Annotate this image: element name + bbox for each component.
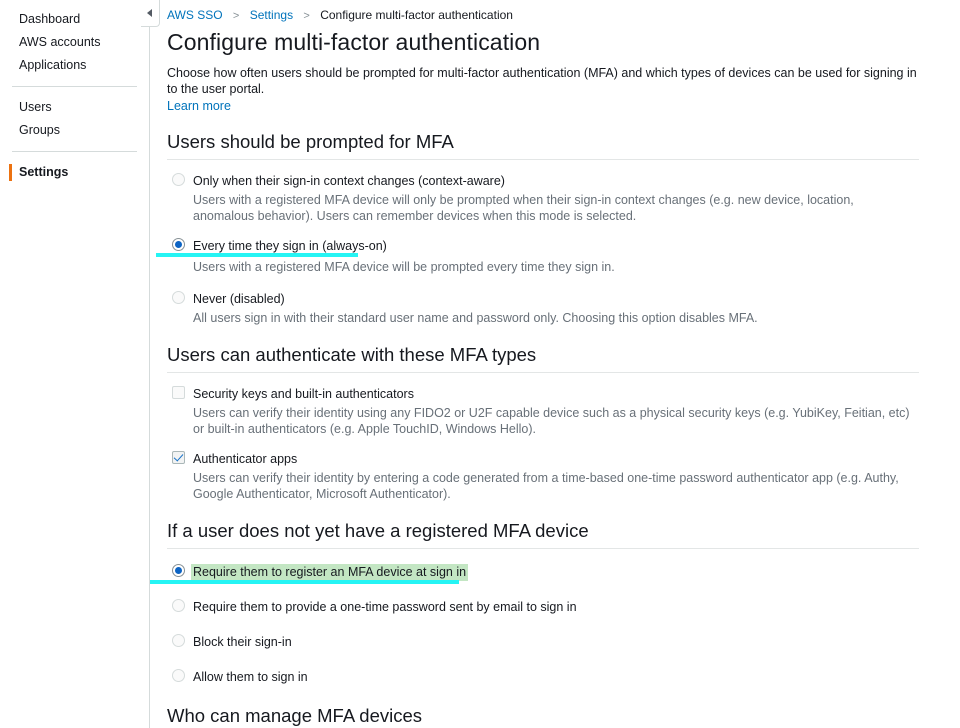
annotation-highlight-require-register bbox=[150, 580, 459, 584]
main-content: AWS SSO > Settings > Configure multi-fac… bbox=[150, 0, 960, 728]
radio-context-aware[interactable] bbox=[172, 173, 185, 186]
option-require-register-device[interactable]: Require them to register an MFA device a… bbox=[150, 563, 918, 584]
option-block-sign-in[interactable]: Block their sign-in bbox=[167, 633, 918, 651]
breadcrumb-item-current: Configure multi-factor authentication bbox=[320, 8, 513, 22]
section-users-prompted-for-mfa: Users should be prompted for MFA Only wh… bbox=[156, 131, 919, 326]
option-label: Never (disabled) bbox=[193, 292, 285, 306]
sidebar-divider bbox=[12, 151, 137, 152]
option-description: Users can verify their identity by enter… bbox=[193, 471, 899, 501]
option-label: Only when their sign-in context changes … bbox=[193, 174, 505, 188]
annotation-highlight-always-on bbox=[156, 253, 358, 257]
radio-block-sign-in[interactable] bbox=[172, 634, 185, 647]
option-security-keys[interactable]: Security keys and built-in authenticator… bbox=[167, 385, 918, 437]
option-allow-sign-in[interactable]: Allow them to sign in bbox=[167, 668, 918, 686]
option-authenticator-apps[interactable]: Authenticator apps Users can verify thei… bbox=[167, 450, 918, 502]
option-label: Security keys and built-in authenticator… bbox=[193, 387, 414, 401]
option-label: Every time they sign in (always-on) bbox=[193, 239, 387, 253]
option-never-disabled[interactable]: Never (disabled) All users sign in with … bbox=[167, 290, 918, 326]
sidebar-item-label: Users bbox=[19, 100, 52, 114]
sidebar-divider bbox=[12, 86, 137, 87]
radio-never-disabled[interactable] bbox=[172, 291, 185, 304]
option-description: All users sign in with their standard us… bbox=[193, 311, 758, 325]
aws-sso-mfa-settings-page: Dashboard AWS accounts Applications User… bbox=[0, 0, 960, 728]
radio-group-prompt-frequency: Only when their sign-in context changes … bbox=[156, 172, 918, 326]
sidebar-item-aws-accounts[interactable]: AWS accounts bbox=[0, 31, 149, 54]
section-mfa-types: Users can authenticate with these MFA ty… bbox=[167, 344, 919, 502]
sidebar-group-settings: Settings bbox=[0, 161, 149, 184]
option-label: Allow them to sign in bbox=[193, 670, 308, 684]
checkbox-group-mfa-types: Security keys and built-in authenticator… bbox=[167, 385, 918, 502]
radio-always-on[interactable] bbox=[172, 238, 185, 251]
breadcrumb-item-settings[interactable]: Settings bbox=[250, 8, 293, 22]
option-description: Users with a registered MFA device will … bbox=[193, 260, 615, 274]
sidebar-collapse-toggle[interactable] bbox=[141, 0, 160, 27]
option-require-otp-email[interactable]: Require them to provide a one-time passw… bbox=[167, 598, 918, 616]
breadcrumb: AWS SSO > Settings > Configure multi-fac… bbox=[167, 6, 918, 24]
sidebar-item-groups[interactable]: Groups bbox=[0, 119, 149, 142]
sidebar-item-label: AWS accounts bbox=[19, 35, 101, 49]
option-label: Block their sign-in bbox=[193, 635, 292, 649]
sidebar-item-settings[interactable]: Settings bbox=[0, 161, 149, 184]
option-label: Require them to register an MFA device a… bbox=[191, 564, 469, 581]
checkbox-authenticator-apps[interactable] bbox=[172, 451, 185, 464]
sidebar-item-dashboard[interactable]: Dashboard bbox=[0, 8, 149, 31]
sidebar-item-label: Dashboard bbox=[19, 12, 81, 26]
sidebar-group-identity: Users Groups bbox=[0, 96, 149, 142]
sidebar-item-label: Applications bbox=[19, 58, 87, 72]
checkbox-security-keys[interactable] bbox=[172, 386, 185, 399]
section-who-can-manage: Who can manage MFA devices Users can add… bbox=[167, 705, 918, 728]
page-title: Configure multi-factor authentication bbox=[167, 29, 541, 55]
breadcrumb-separator: > bbox=[232, 10, 240, 22]
option-always-on[interactable]: Every time they sign in (always-on) User… bbox=[156, 237, 918, 275]
section-title: Who can manage MFA devices bbox=[167, 705, 919, 728]
radio-require-otp-email[interactable] bbox=[172, 599, 185, 612]
section-title: Users should be prompted for MFA bbox=[167, 131, 919, 160]
option-context-aware[interactable]: Only when their sign-in context changes … bbox=[167, 172, 918, 224]
chevron-left-icon bbox=[147, 9, 152, 17]
section-no-registered-device: If a user does not yet have a registered… bbox=[150, 520, 919, 686]
sidebar-navigation: Dashboard AWS accounts Applications User… bbox=[0, 0, 150, 728]
sidebar-item-users[interactable]: Users bbox=[0, 96, 149, 119]
option-description: Users can verify their identity using an… bbox=[193, 406, 910, 436]
sidebar-item-label: Settings bbox=[19, 165, 69, 179]
breadcrumb-item-aws-sso[interactable]: AWS SSO bbox=[167, 8, 223, 22]
option-label: Authenticator apps bbox=[193, 452, 298, 466]
breadcrumb-separator: > bbox=[303, 10, 310, 22]
sidebar-item-applications[interactable]: Applications bbox=[0, 54, 149, 77]
sidebar-item-label: Groups bbox=[19, 123, 60, 137]
page-description: Choose how often users should be prompte… bbox=[167, 66, 917, 96]
radio-require-register-device[interactable] bbox=[172, 564, 185, 577]
section-title: If a user does not yet have a registered… bbox=[167, 520, 919, 549]
sidebar-group-main: Dashboard AWS accounts Applications bbox=[0, 8, 149, 77]
option-description: Users with a registered MFA device will … bbox=[193, 193, 854, 223]
section-title: Users can authenticate with these MFA ty… bbox=[167, 344, 919, 373]
learn-more-link[interactable]: Learn more bbox=[167, 99, 231, 113]
option-label: Require them to provide a one-time passw… bbox=[193, 600, 577, 614]
radio-allow-sign-in[interactable] bbox=[172, 669, 185, 682]
radio-group-no-device-action: Require them to register an MFA device a… bbox=[150, 563, 918, 686]
